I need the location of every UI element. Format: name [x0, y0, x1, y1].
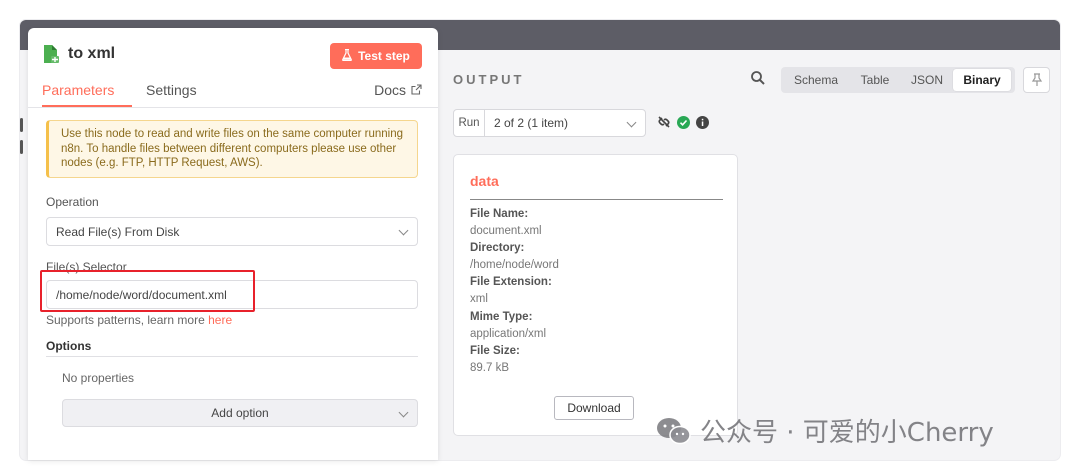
file-size-key: File Size: [470, 345, 520, 357]
view-schema-button[interactable]: Schema [783, 69, 849, 91]
watermark-text: 公众号 · 可爱的小Cherry [700, 418, 994, 448]
learn-more-link[interactable]: here [208, 313, 232, 327]
binary-divider [470, 199, 723, 200]
pin-data-button[interactable] [1023, 67, 1050, 93]
add-option-label: Add option [211, 406, 269, 420]
search-icon[interactable] [750, 70, 766, 86]
file-icon [42, 44, 60, 64]
options-title: Options [46, 339, 92, 353]
node-parameters-panel: to xml Test step Parameters Settings Doc… [28, 28, 438, 460]
flask-icon [342, 48, 352, 64]
options-divider [46, 356, 418, 357]
file-selector-value: /home/node/word/document.xml [56, 287, 227, 302]
file-name-value: document.xml [470, 225, 542, 237]
mime-type-value: application/xml [470, 328, 547, 340]
mime-type-key: Mime Type: [470, 311, 533, 323]
hint-text: Supports patterns, learn more [46, 313, 209, 327]
patterns-hint: Supports patterns, learn more here [46, 313, 232, 327]
tab-settings[interactable]: Settings [146, 82, 197, 98]
docs-label: Docs [374, 82, 406, 98]
pin-icon [1031, 73, 1042, 86]
node-header: to xml [42, 44, 115, 64]
binary-data-card: data File Name: document.xml Directory: … [453, 154, 738, 436]
success-check-icon [677, 115, 690, 134]
operation-value: Read File(s) From Disk [56, 224, 180, 239]
panel-tabs: Parameters Settings Docs [28, 80, 438, 108]
file-selector-label: File(s) Selector [46, 260, 127, 274]
output-title: OUTPUT [453, 72, 525, 87]
test-step-label: Test step [358, 49, 410, 63]
info-icon[interactable] [696, 115, 709, 134]
no-properties-text: No properties [62, 371, 135, 385]
add-option-button[interactable]: Add option [62, 399, 418, 427]
download-button[interactable]: Download [554, 396, 634, 420]
operation-select[interactable]: Read File(s) From Disk [46, 217, 418, 246]
external-link-icon [411, 82, 422, 98]
file-name-key: File Name: [470, 208, 529, 220]
unlink-icon[interactable] [657, 115, 671, 134]
run-label: Run [454, 110, 485, 136]
chevron-down-icon [398, 225, 409, 236]
chevron-down-icon [398, 407, 409, 418]
output-view-switcher: Schema Table JSON Binary [781, 67, 1015, 93]
binary-title: data [470, 173, 499, 189]
view-table-button[interactable]: Table [849, 69, 901, 91]
view-binary-button[interactable]: Binary [953, 69, 1011, 91]
view-json-button[interactable]: JSON [901, 69, 953, 91]
background-node-fragment [20, 118, 24, 170]
wechat-icon [656, 416, 692, 446]
watermark: 公众号 · 可爱的小Cherry [656, 412, 994, 449]
directory-value: /home/node/word [470, 259, 559, 271]
run-status-icons [657, 115, 709, 134]
run-selector[interactable]: Run 2 of 2 (1 item) [453, 109, 646, 137]
node-title[interactable]: to xml [68, 45, 115, 63]
file-selector-input[interactable]: /home/node/word/document.xml [46, 280, 418, 309]
file-size-value: 89.7 kB [470, 362, 509, 374]
file-extension-key: File Extension: [470, 276, 552, 288]
docs-link[interactable]: Docs [374, 82, 422, 98]
info-notice: Use this node to read and write files on… [46, 120, 418, 178]
operation-label: Operation [46, 195, 99, 209]
active-tab-indicator [42, 105, 132, 107]
file-extension-value: xml [470, 293, 488, 305]
test-step-button[interactable]: Test step [330, 43, 422, 69]
chevron-down-icon [626, 117, 637, 128]
run-value: 2 of 2 (1 item) [494, 116, 569, 130]
tab-parameters[interactable]: Parameters [42, 82, 114, 98]
directory-key: Directory: [470, 242, 525, 254]
